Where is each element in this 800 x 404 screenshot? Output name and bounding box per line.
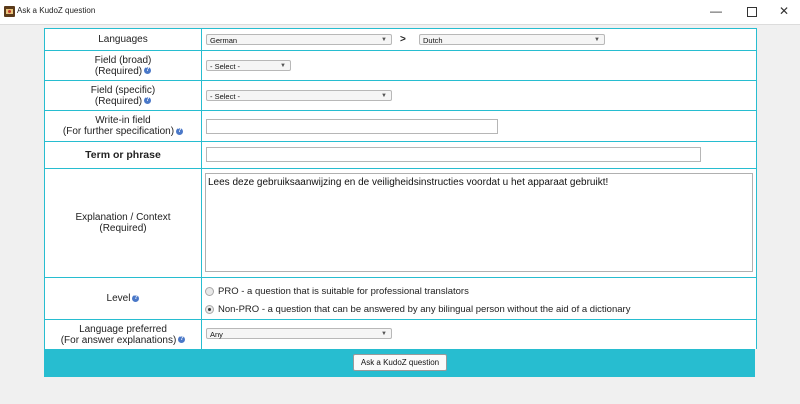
field-broad-label: Field (broad) (Required)?: [45, 51, 202, 80]
language-preferred-row: Language preferred (For answer explanati…: [45, 320, 756, 349]
close-button[interactable]: ✕: [770, 2, 798, 20]
field-broad-values: - Select - ▼: [202, 51, 756, 80]
source-language-select[interactable]: German ▼: [206, 34, 392, 45]
chevron-down-icon: ▼: [381, 37, 387, 43]
level-option-pro[interactable]: PRO - a question that is suitable for pr…: [205, 286, 469, 297]
chevron-down-icon: ▼: [594, 37, 600, 43]
field-specific-values: - Select - ▼: [202, 81, 756, 110]
level-values: PRO - a question that is suitable for pr…: [202, 278, 756, 319]
language-preferred-select[interactable]: Any ▼: [206, 328, 392, 339]
write-in-input[interactable]: [206, 119, 498, 134]
field-specific-select[interactable]: - Select - ▼: [206, 90, 392, 101]
level-option-non-pro[interactable]: Non-PRO - a question that can be answere…: [205, 304, 630, 315]
source-language-value: German: [210, 36, 238, 45]
field-specific-required: (Required): [94, 95, 143, 107]
explanation-required: (Required): [99, 223, 147, 234]
explanation-values: Lees deze gebruiksaanwijzing en de veili…: [202, 169, 756, 277]
field-specific-label: Field (specific) (Required)?: [45, 81, 202, 110]
languages-values: German ▼ > Dutch ▼: [202, 29, 756, 50]
field-broad-label-text: Field (broad): [94, 54, 152, 66]
help-icon[interactable]: ?: [132, 294, 140, 302]
app-icon: [4, 6, 15, 17]
term-label-text: Term or phrase: [85, 148, 161, 161]
level-option-non-pro-label: Non-PRO - a question that can be answere…: [218, 304, 631, 315]
chevron-down-icon: ▼: [280, 63, 286, 69]
maximize-button[interactable]: [738, 2, 766, 20]
write-in-label-text: Write-in field: [95, 115, 151, 126]
language-preferred-label-text: Language preferred: [79, 323, 167, 335]
field-broad-row: Field (broad) (Required)? - Select - ▼: [45, 51, 756, 81]
radio-non-pro[interactable]: [205, 305, 214, 314]
radio-pro[interactable]: [205, 287, 214, 296]
language-separator: >: [400, 34, 406, 45]
languages-row: Languages German ▼ > Dutch ▼: [45, 28, 756, 51]
language-preferred-hint: (For answer explanations): [60, 334, 177, 346]
term-label: Term or phrase: [45, 142, 202, 168]
dialog-content: Languages German ▼ > Dutch ▼ Field (broa…: [0, 25, 800, 404]
field-specific-value: - Select -: [210, 92, 241, 101]
language-preferred-label: Language preferred (For answer explanati…: [45, 320, 202, 349]
field-broad-value: - Select -: [210, 62, 241, 71]
help-icon[interactable]: ?: [178, 336, 186, 344]
help-icon[interactable]: ?: [144, 97, 152, 105]
explanation-label-text: Explanation / Context: [75, 212, 171, 223]
explanation-label: Explanation / Context (Required): [45, 169, 202, 277]
language-preferred-value: Any: [210, 330, 223, 339]
field-specific-label-text: Field (specific): [90, 84, 156, 96]
term-input[interactable]: [206, 147, 701, 162]
help-icon[interactable]: ?: [176, 127, 184, 135]
write-in-values: [202, 111, 756, 141]
target-language-value: Dutch: [423, 36, 443, 45]
close-icon: ✕: [778, 4, 790, 18]
chevron-down-icon: ▼: [381, 331, 387, 337]
explanation-textarea[interactable]: Lees deze gebruiksaanwijzing en de veili…: [205, 173, 753, 272]
write-in-row: Write-in field (For further specificatio…: [45, 111, 756, 142]
level-label: Level?: [45, 278, 202, 319]
explanation-row: Explanation / Context (Required) Lees de…: [45, 169, 756, 278]
chevron-down-icon: ▼: [381, 93, 387, 99]
languages-label: Languages: [45, 29, 202, 50]
window-title: Ask a KudoZ question: [17, 6, 96, 15]
level-label-text: Level: [106, 293, 131, 304]
field-broad-required: (Required): [94, 65, 143, 77]
maximize-icon: [747, 7, 757, 17]
term-row: Term or phrase: [45, 142, 756, 169]
help-icon[interactable]: ?: [144, 67, 152, 75]
level-row: Level? PRO - a question that is suitable…: [45, 278, 756, 320]
term-values: [202, 142, 756, 168]
target-language-select[interactable]: Dutch ▼: [419, 34, 605, 45]
language-preferred-values: Any ▼: [202, 320, 756, 349]
write-in-hint: (For further specification): [62, 126, 175, 137]
minimize-button[interactable]: —: [702, 2, 730, 20]
field-broad-select[interactable]: - Select - ▼: [206, 60, 291, 71]
minimize-icon: —: [710, 4, 722, 18]
field-specific-row: Field (specific) (Required)? - Select - …: [45, 81, 756, 111]
window-titlebar: Ask a KudoZ question — ✕: [0, 0, 800, 25]
form-footer: Ask a KudoZ question: [44, 349, 755, 377]
question-form: Languages German ▼ > Dutch ▼ Field (broa…: [44, 28, 757, 349]
languages-label-text: Languages: [98, 34, 148, 45]
write-in-label: Write-in field (For further specificatio…: [45, 111, 202, 141]
ask-kudoz-button[interactable]: Ask a KudoZ question: [353, 354, 447, 371]
level-option-pro-label: PRO - a question that is suitable for pr…: [218, 286, 469, 297]
